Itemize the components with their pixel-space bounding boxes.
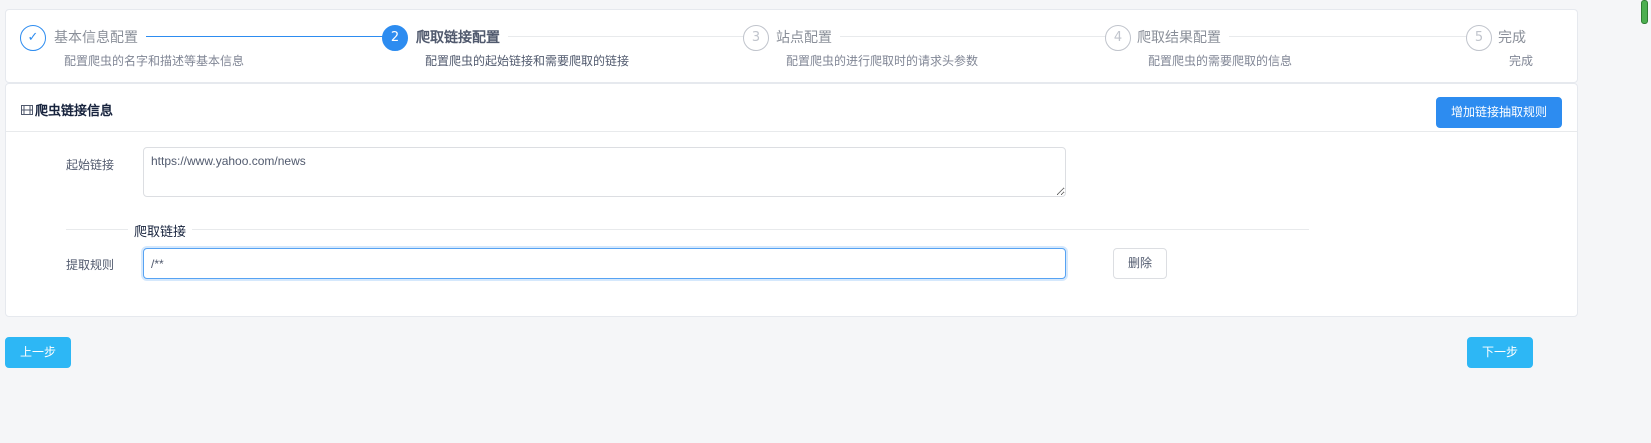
step-title-4: 爬取结果配置 <box>1137 27 1229 47</box>
step-number-4: 4 <box>1105 25 1131 51</box>
step-desc-5: 完成 <box>1509 54 1534 68</box>
step-connector-4 <box>1226 36 1466 37</box>
crawl-link-section-title: 爬取链接 <box>128 221 193 240</box>
start-url-label: 起始链接 <box>66 158 115 172</box>
step-desc-4: 配置爬虫的需要爬取的信息 <box>1148 54 1293 68</box>
step-connector-3 <box>836 36 1106 37</box>
add-extract-rule-button[interactable]: 增加链接抽取规则 <box>1435 97 1562 128</box>
step-connector-2 <box>496 36 746 37</box>
step-title-2: 爬取链接配置 <box>416 27 508 47</box>
card-title: 爬虫链接信息 <box>21 100 113 119</box>
start-url-textarea[interactable]: https://www.yahoo.com/news <box>143 147 1066 197</box>
step-title-5: 完成 <box>1498 27 1534 47</box>
step-desc-3: 配置爬虫的进行爬取时的请求头参数 <box>786 54 979 68</box>
next-step-button[interactable]: 下一步 <box>1467 337 1534 368</box>
card-header: 爬虫链接信息 增加链接抽取规则 <box>6 84 1577 132</box>
prev-step-button[interactable]: 上一步 <box>5 337 72 368</box>
card-title-text: 爬虫链接信息 <box>35 104 114 119</box>
step-number-5: 5 <box>1466 25 1492 51</box>
step-number-2: 2 <box>382 25 408 51</box>
section-divider <box>66 229 1309 230</box>
step-number-3: 3 <box>743 25 769 51</box>
step-title-3: 站点配置 <box>776 27 840 47</box>
film-icon <box>21 104 33 115</box>
step-connector-1 <box>136 36 386 37</box>
crawl-link-card: 爬虫链接信息 增加链接抽取规则 起始链接 https://www.yahoo.c… <box>5 83 1578 317</box>
scrollbar-thumb[interactable] <box>1641 0 1648 24</box>
extract-rule-label: 提取规则 <box>66 258 115 272</box>
step-title-1: 基本信息配置 <box>54 27 146 47</box>
delete-button[interactable]: 删除 <box>1113 248 1167 279</box>
extract-rule-input[interactable] <box>143 248 1066 279</box>
steps-bar: ✓ 基本信息配置 配置爬虫的名字和描述等基本信息 2 爬取链接配置 配置爬虫的起… <box>5 9 1578 83</box>
step-desc-1: 配置爬虫的名字和描述等基本信息 <box>64 54 245 68</box>
step-desc-2: 配置爬虫的起始链接和需要爬取的链接 <box>425 54 630 68</box>
step-check-icon: ✓ <box>20 25 46 51</box>
